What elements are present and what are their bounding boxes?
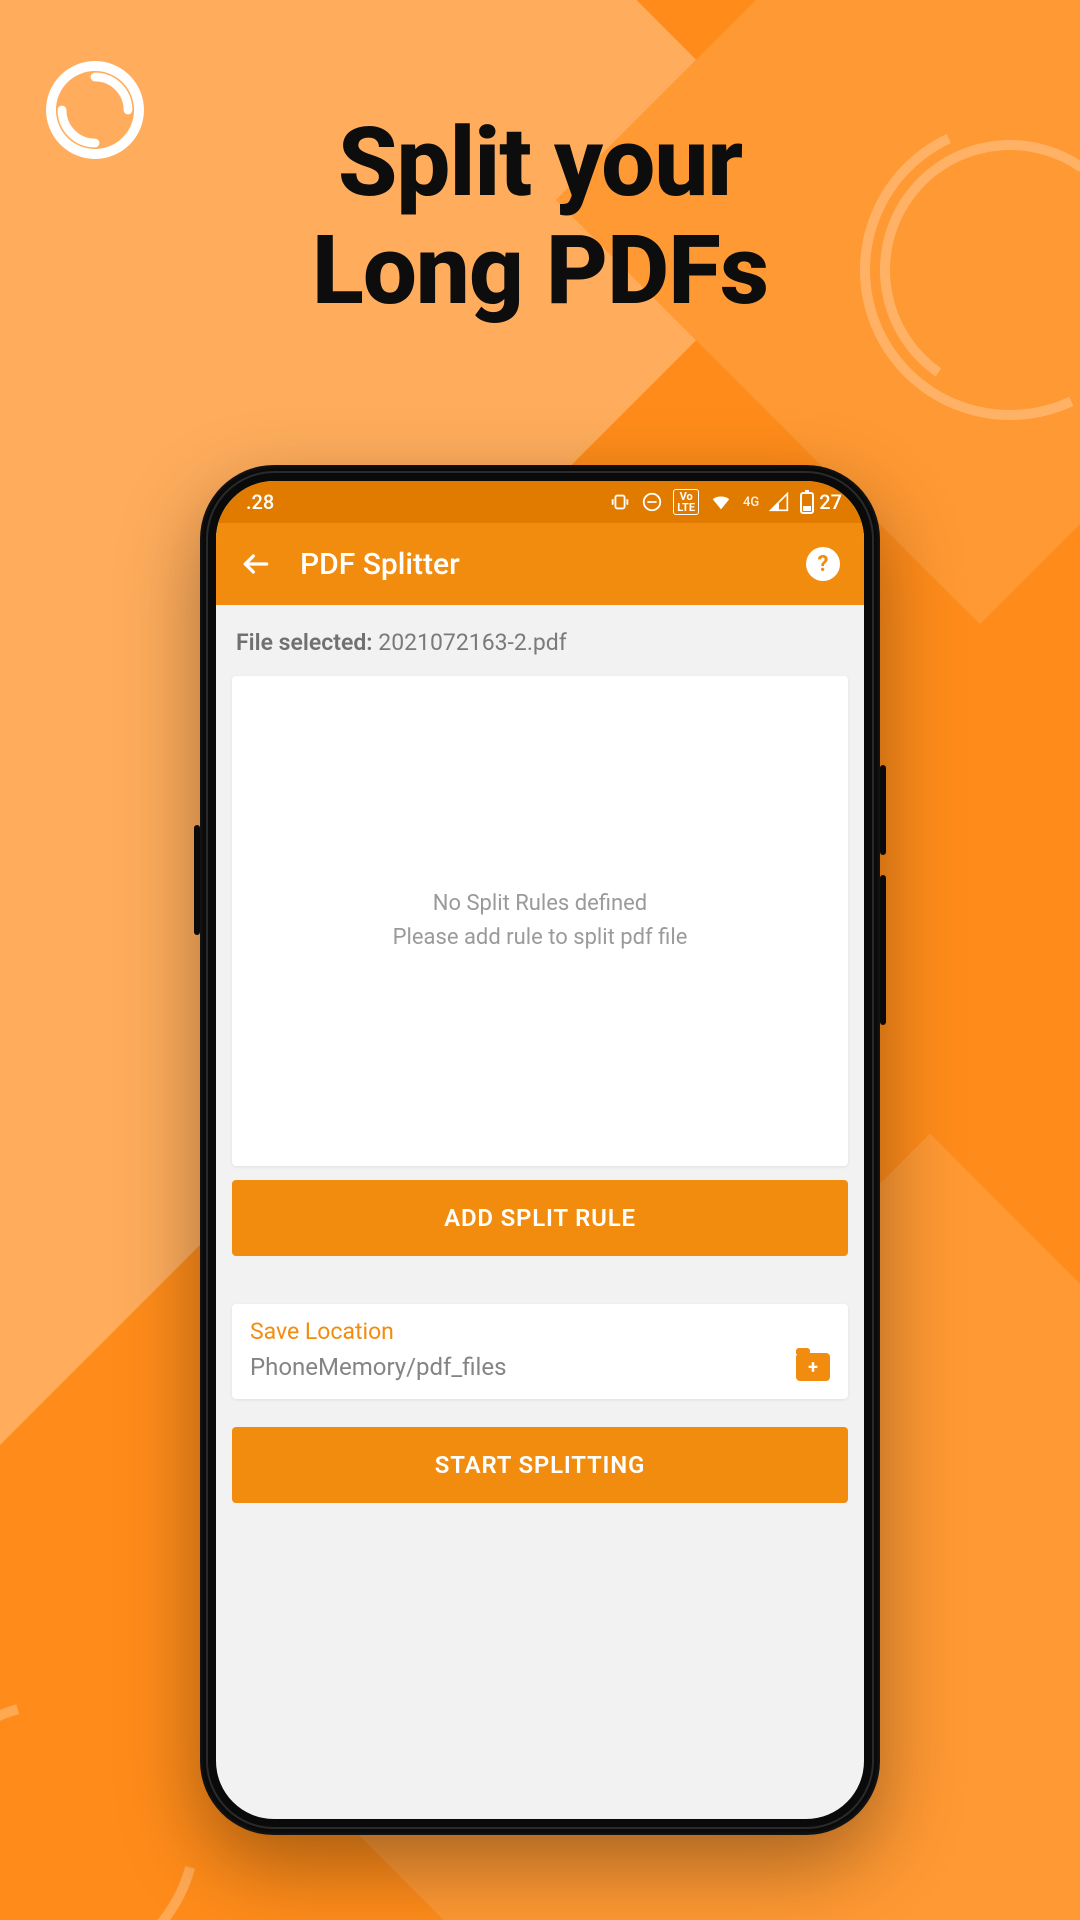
start-splitting-label: START SPLITTING [435, 1451, 645, 1479]
start-splitting-button[interactable]: START SPLITTING [232, 1427, 848, 1503]
save-location-label: Save Location [250, 1318, 830, 1345]
app-bar: PDF Splitter ? [216, 523, 864, 605]
phone-frame: .28 Vo LTE 4G 27 PDF Splitter ? File sel… [200, 465, 880, 1835]
vibrate-icon [609, 491, 631, 513]
status-bar: .28 Vo LTE 4G 27 [216, 481, 864, 523]
volte-icon: Vo LTE [673, 489, 699, 515]
save-location-path: PhoneMemory/pdf_files [250, 1353, 506, 1381]
promo-headline: Split your Long PDFs [0, 110, 1080, 325]
app-title: PDF Splitter [300, 547, 778, 582]
file-selected-row: File selected: 2021072163-2.pdf [216, 605, 864, 676]
battery-icon [799, 490, 815, 514]
folder-add-icon[interactable]: + [796, 1353, 830, 1381]
back-icon[interactable] [240, 548, 272, 580]
rules-empty-line1: No Split Rules defined [393, 887, 688, 921]
status-time: .28 [246, 490, 274, 514]
network-label: 4G [743, 495, 759, 510]
save-location-card: Save Location PhoneMemory/pdf_files + [232, 1304, 848, 1399]
rules-empty-card: No Split Rules defined Please add rule t… [232, 676, 848, 1166]
add-split-rule-button[interactable]: ADD SPLIT RULE [232, 1180, 848, 1256]
wifi-icon [709, 491, 733, 513]
data-saver-icon [641, 491, 663, 513]
rules-empty-line2: Please add rule to split pdf file [393, 921, 688, 955]
signal-icon [769, 492, 789, 512]
file-selected-name: 2021072163-2.pdf [378, 629, 567, 656]
phone-screen: .28 Vo LTE 4G 27 PDF Splitter ? File sel… [216, 481, 864, 1819]
battery-percent: 27 [819, 490, 842, 514]
file-selected-label: File selected: [236, 629, 373, 656]
add-split-rule-label: ADD SPLIT RULE [444, 1204, 636, 1232]
help-icon[interactable]: ? [806, 547, 840, 581]
